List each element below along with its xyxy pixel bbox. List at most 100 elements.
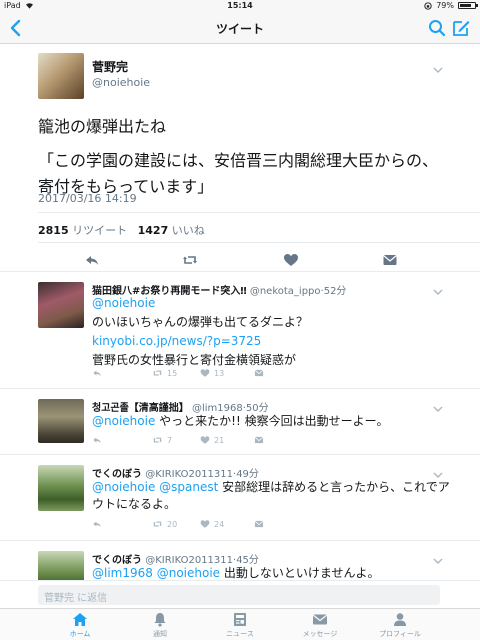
reply-button[interactable] [92,368,102,378]
status-time: 15:14 [227,1,253,10]
tab-home[interactable]: ホーム [50,612,110,639]
mention-link[interactable]: @noiehoie @spanest [92,480,218,494]
like-button[interactable]: 21 [200,435,224,445]
tab-notifications[interactable]: 通知 [130,612,190,639]
chevron-down-icon[interactable] [433,405,443,413]
chevron-down-icon[interactable] [433,471,443,479]
mention-link[interactable]: @lim1968 @noiehoie [92,566,220,580]
retweet-count[interactable]: 2815 [38,224,69,237]
heart-icon[interactable] [283,252,299,268]
reply-tweet[interactable]: 청고곤졸【清高謹拙】 @lim1968·50分 @noiehoie やっと来たか… [0,389,480,455]
avatar[interactable] [38,53,84,99]
divider [38,242,480,243]
status-bar: iPad 15:14 79% [0,0,480,12]
mention-link[interactable]: @noiehoie [92,414,155,428]
like-button[interactable]: 24 [200,519,224,529]
retweet-label[interactable]: リツイート [72,224,127,237]
compose-tweet-icon[interactable] [451,18,471,38]
reply-header: でくのぼう @KIRIKO2011311·45分 [92,551,259,566]
tab-label: プロフィール [379,630,421,638]
reply-text-line: やっと来たか!! 検察今回は出動せーよー。 [155,414,389,428]
author-handle[interactable]: @noiehoie [92,76,150,89]
avatar[interactable] [38,282,84,328]
reply-button[interactable] [92,435,102,445]
url-link[interactable]: kinyobi.co.jp/news/?p=3725 [92,332,452,351]
tweet-stats: 2815 リツイート 1427 いいね [38,222,205,238]
reply-text-line: のいほいちゃんの爆弾も出てるダニよ？ [92,315,309,329]
chevron-down-icon[interactable] [433,66,443,74]
reply-text: @noiehoie @spanest 安部総理は辞めると言ったから、これでアウト… [92,479,452,513]
reply-tweet[interactable]: でくのぼう @KIRIKO2011311·49分 @noiehoie @span… [0,455,480,541]
reply-tweet[interactable]: 猫田銀八#お祭り再開モード突入‼ @nekota_ippo·52分 @noieh… [0,272,480,389]
reply-icon [93,370,101,377]
reply-text-line: 出動しないといけませんよ。 [220,566,380,580]
retweet-count: 20 [167,519,178,529]
reply-icon [93,521,101,528]
tweet-timestamp: 2017/03/16 14:19 [38,192,137,205]
orientation-lock-icon [424,1,432,10]
avatar[interactable] [38,399,84,443]
heart-icon [200,520,210,528]
like-button[interactable]: 13 [200,368,224,378]
mention-link[interactable]: @noiehoie [92,294,452,313]
person-icon [394,613,406,626]
chevron-down-icon[interactable] [433,557,443,565]
avatar[interactable] [38,551,84,580]
retweet-icon[interactable] [182,252,198,268]
retweet-button[interactable]: 20 [152,519,177,529]
tab-label: 通知 [153,630,167,638]
reply-input[interactable]: 菅野完 に返信 [38,585,440,605]
like-label[interactable]: いいね [172,224,205,237]
tab-profile[interactable]: プロフィール [370,612,430,639]
retweet-button[interactable]: 7 [152,435,172,445]
reply-actions: 15 13 [92,368,392,382]
tab-news[interactable]: ニュース [210,612,270,639]
tab-label: ニュース [226,630,254,638]
nav-bar: ツイート [0,12,480,44]
retweet-count: 15 [167,368,178,378]
battery-percent: 79% [436,1,454,10]
direct-message-icon [254,436,264,444]
battery-icon [458,2,478,9]
message-button[interactable] [254,519,264,529]
reply-text: @noiehoie やっと来たか!! 検察今回は出動せーよー。 [92,413,452,430]
reply-text: @lim1968 @noiehoie 出動しないといけませんよ。 [92,565,452,580]
reply-header: でくのぼう @KIRIKO2011311·49分 [92,465,259,480]
like-count[interactable]: 1427 [138,224,169,237]
direct-message-icon [254,369,264,377]
reply-text: @noiehoie のいほいちゃんの爆弾も出てるダニよ？ kinyobi.co.… [92,294,452,370]
tweet-actions [38,248,480,272]
like-count: 13 [214,368,225,378]
reply-tweet[interactable]: でくのぼう @KIRIKO2011311·45分 @lim1968 @noieh… [0,541,480,580]
page-title: ツイート [215,22,264,36]
envelope-icon [312,614,328,625]
news-icon [234,613,246,626]
divider [38,212,480,213]
search-icon[interactable] [428,19,446,37]
direct-message-icon[interactable] [382,252,398,268]
tab-bar: ホーム 通知 ニュース メッセージ プロフィール [0,608,480,640]
tweet-text-line: 籠池の爆弾出たね [38,117,167,136]
retweet-icon [153,521,162,527]
reply-bar: 菅野完 に返信 [0,580,480,608]
reply-header: 청고곤졸【清高謹拙】 @lim1968·50分 [92,399,269,414]
heart-icon [200,369,210,377]
heart-icon [200,436,210,444]
reply-actions: 7 21 [92,435,392,449]
direct-message-icon [254,520,264,528]
tab-label: メッセージ [302,630,338,638]
tab-messages[interactable]: メッセージ [290,612,350,639]
reply-icon [93,437,101,444]
message-button[interactable] [254,368,264,378]
author-name[interactable]: 菅野完 [92,58,128,75]
retweet-button[interactable]: 15 [152,368,177,378]
reply-actions: 20 24 [92,519,392,533]
reply-button[interactable] [92,519,102,529]
retweet-icon [153,437,162,443]
message-button[interactable] [254,435,264,445]
avatar[interactable] [38,465,84,511]
main-tweet: 菅野完 @noiehoie 籠池の爆弾出たね 「この学園の建設には、安倍晋三内閣… [0,44,480,272]
retweet-count: 7 [167,435,173,445]
reply-icon[interactable] [84,252,100,268]
bell-icon [154,613,166,627]
